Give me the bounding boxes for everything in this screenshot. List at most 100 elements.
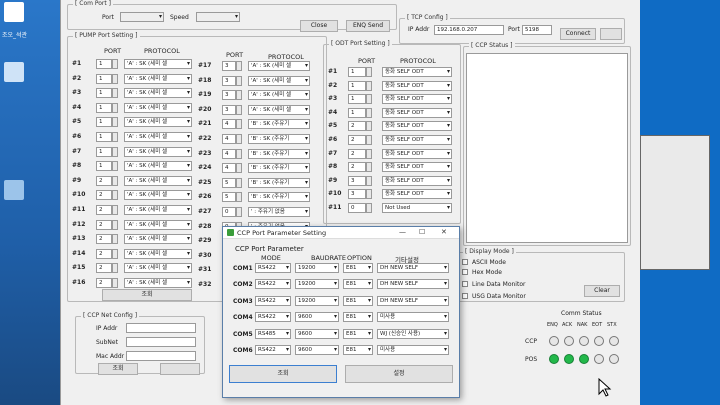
odt-protocol-select[interactable]: 동화 SELF ODT <box>382 94 452 105</box>
odt-port-input[interactable]: 1 <box>348 94 366 105</box>
pump-port-input[interactable]: 0 <box>222 207 236 217</box>
close-port-button[interactable]: Close <box>300 20 338 32</box>
maximize-icon[interactable]: ☐ <box>419 228 425 236</box>
net-lookup-button[interactable]: 조회 <box>98 363 138 375</box>
pump-protocol-select[interactable]: 'A' : SK (세미 셀 <box>124 278 192 288</box>
desktop-folder-icon[interactable] <box>4 62 24 82</box>
pump-port-spinner[interactable] <box>112 248 118 259</box>
pump-protocol-select[interactable]: 'A' : SK (세미 셀 <box>248 104 310 115</box>
pump-port-input[interactable]: 4 <box>222 148 236 159</box>
option-select[interactable]: E81 <box>343 312 373 323</box>
baudrate-select[interactable]: 19200 <box>295 279 339 290</box>
disconnect-button[interactable] <box>600 28 622 40</box>
usg-monitor-checkbox[interactable] <box>462 293 468 299</box>
tcp-port-input[interactable]: 5198 <box>522 25 552 35</box>
pump-port-input[interactable]: 1 <box>96 146 112 157</box>
clear-button[interactable]: Clear <box>584 285 620 297</box>
pump-protocol-select[interactable]: 'A' : SK (세미 셀 <box>124 248 192 259</box>
pump-protocol-select[interactable]: 'B' : SK (주유기 <box>248 134 310 144</box>
pump-protocol-select[interactable]: 'B' : SK (주유기 <box>248 192 310 203</box>
pump-port-spinner[interactable] <box>236 134 242 144</box>
pump-port-input[interactable]: 2 <box>96 175 112 186</box>
odt-protocol-select[interactable]: 동화 SELF ODT <box>382 121 452 132</box>
pump-protocol-select[interactable]: 'B' : SK (주유기 <box>248 163 310 174</box>
odt-port-spinner[interactable] <box>366 94 372 105</box>
pump-port-spinner[interactable] <box>236 90 242 101</box>
pump-port-spinner[interactable] <box>112 161 118 172</box>
pump-port-spinner[interactable] <box>112 219 118 230</box>
mode-select[interactable]: RS422 <box>255 263 291 273</box>
odt-protocol-select[interactable]: 동화 SELF ODT <box>382 175 452 186</box>
pump-port-spinner[interactable] <box>112 117 118 128</box>
ccp-status-log[interactable] <box>466 53 628 243</box>
odt-port-input[interactable]: 2 <box>348 162 366 173</box>
pump-port-input[interactable]: 4 <box>222 119 236 130</box>
odt-port-input[interactable]: 2 <box>348 135 366 145</box>
odt-port-input[interactable]: 2 <box>348 121 366 132</box>
option-select[interactable]: E81 <box>343 295 373 306</box>
pump-port-input[interactable]: 2 <box>96 248 112 259</box>
pump-port-spinner[interactable] <box>112 88 118 99</box>
pump-port-input[interactable]: 3 <box>222 61 236 71</box>
odt-protocol-select[interactable]: 동화 SELF ODT <box>382 80 452 91</box>
pump-protocol-select[interactable]: 'B' : SK (주유기 <box>248 119 310 130</box>
pump-port-input[interactable]: 4 <box>222 134 236 144</box>
ip-input[interactable]: 192.168.0.207 <box>434 25 504 35</box>
pump-port-spinner[interactable] <box>236 192 242 203</box>
net-ip-input[interactable] <box>126 323 196 333</box>
net-mac-input[interactable] <box>126 351 196 361</box>
odt-protocol-select[interactable]: 동화 SELF ODT <box>382 189 452 200</box>
odt-port-spinner[interactable] <box>366 148 372 159</box>
odt-protocol-select[interactable]: 동화 SELF ODT <box>382 135 452 145</box>
pump-protocol-select[interactable]: 'A' : SK (세미 셀 <box>248 75 310 86</box>
pump-protocol-select[interactable]: 'A' : SK (세미 셀 <box>124 205 192 215</box>
pump-port-input[interactable]: 2 <box>96 219 112 230</box>
pump-port-spinner[interactable] <box>112 146 118 157</box>
odt-port-spinner[interactable] <box>366 189 372 200</box>
pump-protocol-select[interactable]: 'A' : SK (세미 셀 <box>124 132 192 142</box>
baudrate-select[interactable]: 9600 <box>295 328 339 339</box>
pump-protocol-select[interactable]: 'A' : SK (세미 셀 <box>124 263 192 274</box>
minimize-icon[interactable]: — <box>399 228 406 236</box>
baudrate-select[interactable]: 9600 <box>295 312 339 323</box>
device-select[interactable]: DH NEW SELF <box>377 295 449 306</box>
pump-port-input[interactable]: 1 <box>96 132 112 142</box>
mode-select[interactable]: RS422 <box>255 312 291 323</box>
app-shortcut-icon[interactable] <box>4 2 24 22</box>
odt-port-input[interactable]: 3 <box>348 189 366 200</box>
line-monitor-checkbox[interactable] <box>462 281 468 287</box>
pump-protocol-select[interactable]: 'B' : SK (주유기 <box>248 148 310 159</box>
odt-port-spinner[interactable] <box>366 175 372 186</box>
pump-port-input[interactable]: 1 <box>96 102 112 113</box>
pump-port-spinner[interactable] <box>112 102 118 113</box>
odt-port-spinner[interactable] <box>366 67 372 77</box>
pump-protocol-select[interactable]: 'A' : SK (세미 셀 <box>124 102 192 113</box>
speed-select[interactable] <box>196 12 240 22</box>
device-select[interactable]: WJ (신승인 사용) <box>377 328 449 339</box>
pump-lookup-button[interactable]: 조회 <box>102 289 192 301</box>
pump-port-spinner[interactable] <box>112 205 118 215</box>
odt-port-input[interactable]: 1 <box>348 80 366 91</box>
option-select[interactable]: E81 <box>343 279 373 290</box>
pump-port-input[interactable]: 1 <box>96 161 112 172</box>
pump-port-spinner[interactable] <box>112 175 118 186</box>
pump-port-input[interactable]: 2 <box>96 263 112 274</box>
pump-port-input[interactable]: 2 <box>96 205 112 215</box>
device-select[interactable]: DH NEW SELF <box>377 263 449 273</box>
pump-protocol-select[interactable]: 'B' : SK (주유기 <box>248 177 310 188</box>
pump-port-spinner[interactable] <box>236 119 242 130</box>
device-select[interactable]: DH NEW SELF <box>377 279 449 290</box>
odt-port-input[interactable]: 1 <box>348 67 366 77</box>
pump-port-input[interactable]: 1 <box>96 59 112 69</box>
option-select[interactable]: E81 <box>343 263 373 273</box>
pump-port-spinner[interactable] <box>236 75 242 86</box>
port-select[interactable] <box>120 12 164 22</box>
pump-protocol-select[interactable]: 'A' : SK (세미 셀 <box>124 146 192 157</box>
pump-protocol-select[interactable]: 'A' : SK (세미 셀 <box>124 59 192 69</box>
pump-port-input[interactable]: 4 <box>222 163 236 174</box>
odt-protocol-select[interactable]: 동화 SELF ODT <box>382 148 452 159</box>
pump-port-input[interactable]: 1 <box>96 88 112 99</box>
pump-protocol-select[interactable]: 'A' : SK (세미 셀 <box>124 219 192 230</box>
mode-select[interactable]: RS422 <box>255 279 291 290</box>
pump-port-spinner[interactable] <box>112 263 118 274</box>
